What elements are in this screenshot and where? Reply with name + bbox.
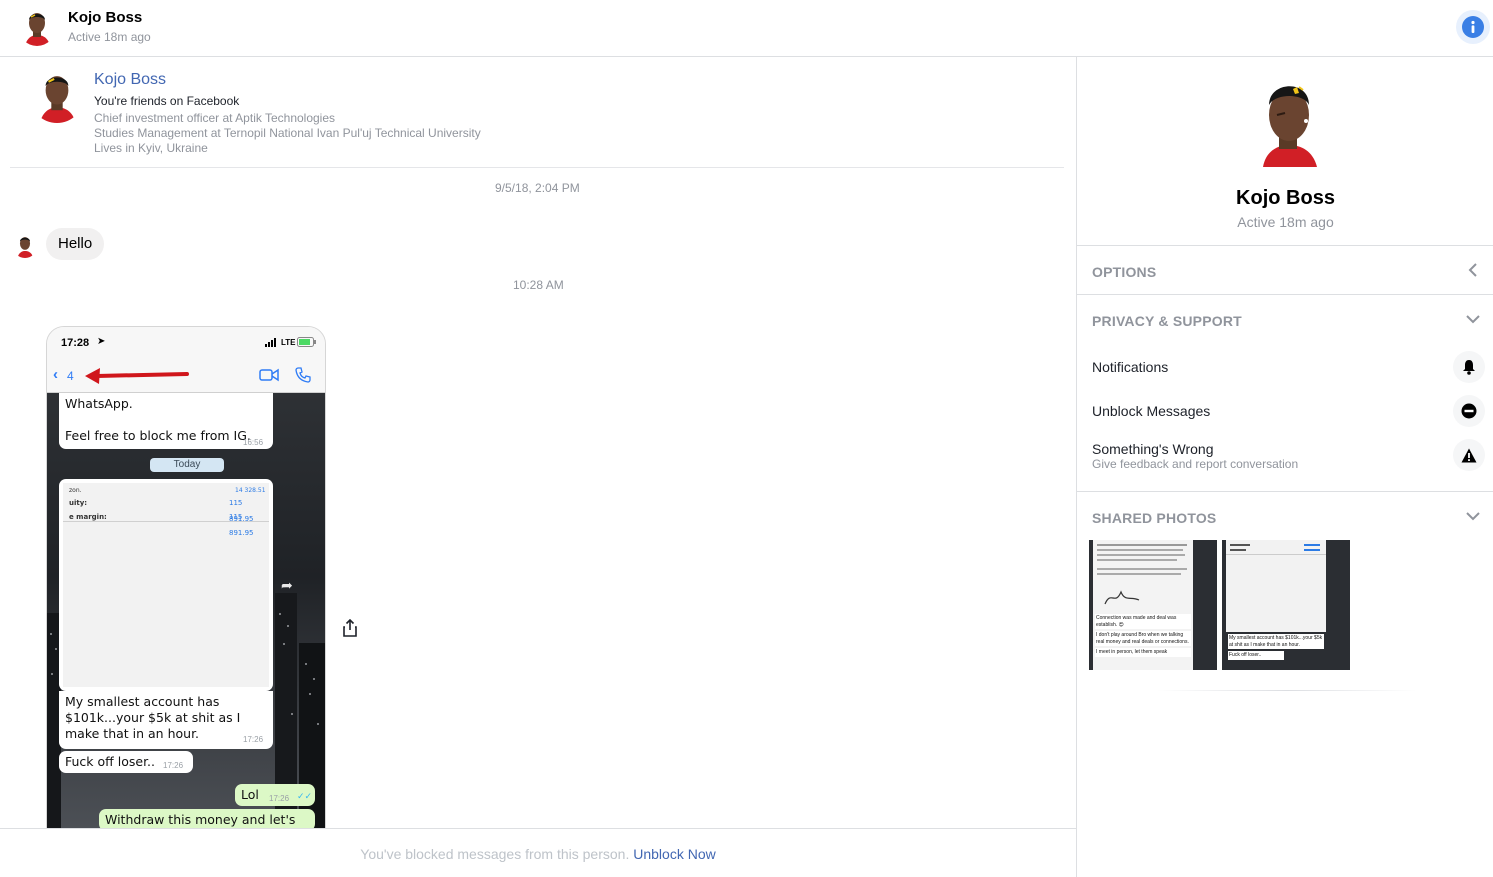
divider — [63, 521, 269, 522]
chevron-down-icon[interactable] — [1463, 506, 1483, 526]
thumbnail-message: Fuck off loser.. — [1228, 651, 1284, 660]
notifications-row[interactable]: Notifications — [1077, 347, 1493, 387]
phone-nav-bar: ‹ 4 — [47, 359, 325, 393]
info-icon — [1462, 16, 1484, 38]
unblock-now-link[interactable]: Unblock Now — [633, 846, 715, 862]
thumbnail-message: I don't play around Bro when we talking … — [1095, 631, 1191, 646]
notifications-label: Notifications — [1092, 359, 1169, 375]
thumbnail-document — [1226, 540, 1326, 632]
location-arrow-icon: ➤ — [97, 336, 106, 347]
warning-icon — [1453, 439, 1485, 471]
signature-scribble — [1104, 590, 1140, 605]
statement-value: 115 891.95 — [229, 513, 254, 537]
statement-image: zon. 14 328.51 uity: 115 891.95 e margin… — [63, 483, 269, 687]
block-icon — [1453, 395, 1485, 427]
intro-education: Studies Management at Ternopil National … — [94, 126, 481, 140]
conversation-header: Kojo Boss Active 18m ago — [0, 0, 1493, 57]
share-button[interactable] — [335, 613, 365, 643]
unblock-messages-row[interactable]: Unblock Messages — [1077, 391, 1493, 431]
shared-photos-title: SHARED PHOTOS — [1092, 510, 1217, 526]
red-arrow-annotation — [85, 368, 189, 384]
intro-job: Chief investment officer at Aptik Techno… — [94, 111, 336, 125]
signal-icon — [265, 338, 276, 347]
intro-contact-name[interactable]: Kojo Boss — [94, 71, 166, 89]
forward-icon: ➦ — [281, 577, 293, 593]
message-time: 17:26 — [269, 794, 290, 803]
battery-icon — [297, 337, 316, 347]
chat-background: WhatsApp. Feel free to block me from IG.… — [47, 393, 325, 828]
message-timestamp: 10:28 AM — [513, 278, 564, 292]
phone-time: 17:28 — [61, 337, 90, 349]
video-call-icon — [259, 368, 279, 382]
message-text: WhatsApp. — [65, 396, 133, 411]
phone-status-bar: 17:28 ➤ LTE — [47, 327, 325, 359]
blocked-text: You've blocked messages from this person… — [360, 846, 630, 862]
header-active-status: Active 18m ago — [68, 30, 151, 44]
thumbnail-messages: My smallest account has $101k...your $5k… — [1228, 634, 1324, 670]
avatar-illustration — [18, 8, 56, 46]
back-chevron-icon: ‹ — [53, 366, 58, 383]
header-contact-name[interactable]: Kojo Boss — [68, 9, 142, 26]
avatar-illustration — [30, 69, 84, 123]
back-count: 4 — [67, 369, 74, 383]
message-timestamp: 9/5/18, 2:04 PM — [495, 181, 580, 195]
something-wrong-label: Something's Wrong — [1092, 441, 1214, 457]
thumbnail-messages: Connection was made and deal was establi… — [1095, 614, 1191, 670]
something-wrong-row[interactable]: Something's Wrong Give feedback and repo… — [1077, 433, 1493, 479]
read-receipt-icon: ✓✓ — [297, 791, 313, 801]
message-bubble-hello[interactable]: Hello — [46, 228, 105, 260]
chevron-left-icon[interactable] — [1463, 260, 1483, 280]
info-button[interactable] — [1456, 10, 1490, 44]
profile-picture[interactable] — [1249, 75, 1325, 167]
bell-icon — [1453, 351, 1485, 383]
thumbnail-message: My smallest account has $101k...your $5k… — [1228, 634, 1324, 649]
blocked-notice: You've blocked messages from this person… — [0, 828, 1076, 877]
avatar[interactable] — [13, 234, 37, 258]
thumbnail-message: Connection was made and deal was establi… — [1095, 614, 1191, 629]
message-time: 17:26 — [243, 735, 264, 744]
share-icon — [343, 619, 357, 637]
shared-screenshot-image[interactable]: 17:28 ➤ LTE ‹ 4 WhatsApp. Feel free to b… — [46, 326, 326, 828]
intro-location: Lives in Kyiv, Ukraine — [94, 141, 208, 155]
avatar[interactable] — [30, 69, 84, 123]
panel-active-status: Active 18m ago — [1237, 214, 1334, 230]
phone-call-icon — [295, 367, 311, 383]
message-text: Feel free to block me from IG. — [65, 428, 251, 443]
privacy-support-section: PRIVACY & SUPPORT Notifications Unblock … — [1077, 294, 1493, 491]
statement-label: e margin: — [69, 513, 107, 521]
options-section[interactable]: OPTIONS — [1077, 245, 1493, 294]
panel-contact-name[interactable]: Kojo Boss — [1077, 187, 1493, 210]
something-wrong-sublabel: Give feedback and report conversation — [1092, 457, 1299, 471]
avatar[interactable] — [18, 8, 56, 46]
message-time: 16:56 — [243, 438, 264, 447]
avatar-illustration — [13, 234, 37, 258]
options-title: OPTIONS — [1092, 264, 1157, 280]
sent-message-withdraw: Withdraw this money and let's see — [99, 809, 315, 828]
received-image-card: zon. 14 328.51 uity: 115 891.95 e margin… — [59, 479, 273, 691]
conversation-area[interactable]: Kojo Boss You're friends on Facebook Chi… — [0, 57, 1076, 828]
received-message-whatsapp: WhatsApp. Feel free to block me from IG. — [59, 393, 273, 449]
friends-status: You're friends on Facebook — [94, 94, 240, 108]
chevron-down-icon[interactable] — [1463, 309, 1483, 329]
network-type: LTE — [281, 338, 296, 347]
shared-photo-thumbnail[interactable]: Connection was made and deal was establi… — [1089, 540, 1217, 670]
contact-intro-card: Kojo Boss You're friends on Facebook Chi… — [10, 57, 1064, 168]
shared-photo-thumbnail[interactable]: My smallest account has $101k...your $5k… — [1222, 540, 1350, 670]
date-divider: Today — [150, 458, 224, 472]
divider — [1157, 690, 1417, 691]
conversation-info-panel: Kojo Boss Active 18m ago OPTIONS PRIVACY… — [1076, 57, 1493, 877]
unblock-messages-label: Unblock Messages — [1092, 403, 1211, 419]
message-time: 17:26 — [163, 761, 184, 770]
privacy-support-title: PRIVACY & SUPPORT — [1092, 313, 1242, 329]
received-message-smallest-account: My smallest account has $101k...your $5k… — [59, 691, 273, 749]
thumbnail-message: I meet in person, let them speak — [1095, 648, 1191, 657]
